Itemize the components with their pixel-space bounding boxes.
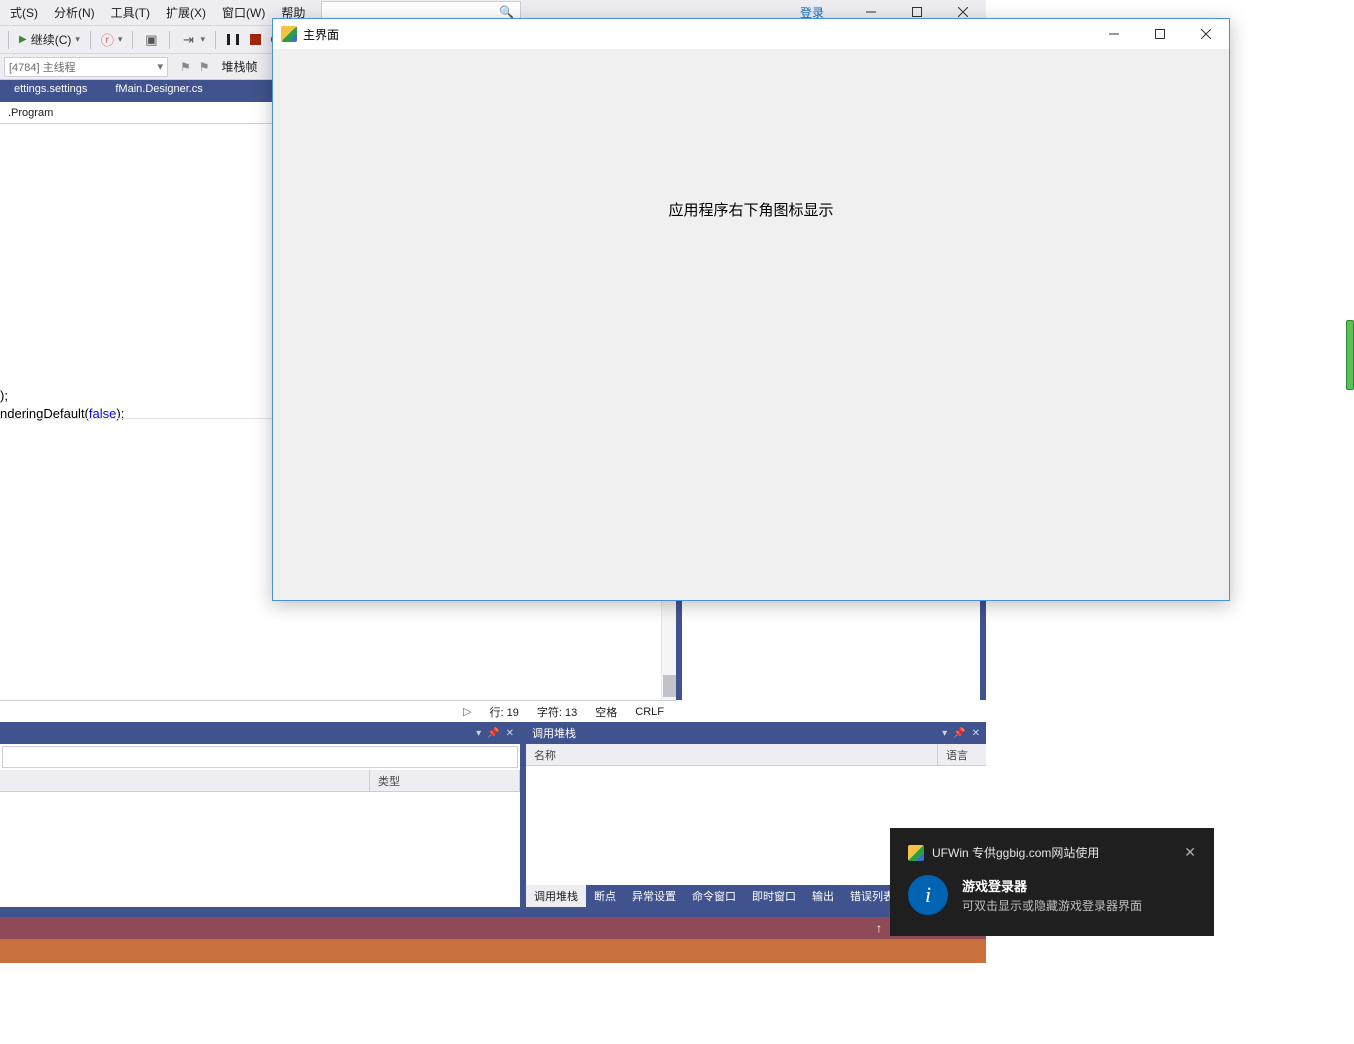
play-icon: ▶	[19, 34, 27, 45]
tab-immediate[interactable]: 即时窗口	[744, 885, 804, 907]
disabled-flags: ⚑ ⚑	[180, 60, 210, 74]
close-icon[interactable]: ✕	[972, 728, 980, 739]
continue-label: 继续(C)	[31, 31, 72, 48]
app-window-controls	[1091, 19, 1229, 49]
toast-notification[interactable]: UFWin 专供ggbig.com网站使用 ✕ i 游戏登录器 可双击显示或隐藏…	[890, 828, 1214, 936]
stop-button[interactable]	[246, 29, 265, 51]
scroll-highlight	[1346, 320, 1354, 390]
toast-subtitle: 可双击显示或隐藏游戏登录器界面	[962, 897, 1142, 914]
flag-icon: ⚑	[180, 60, 191, 74]
nav-arrow-icon[interactable]: ▷	[463, 705, 471, 718]
upload-icon: ↑	[876, 921, 882, 935]
tab-output[interactable]: 输出	[804, 885, 842, 907]
app-title: 主界面	[303, 26, 339, 43]
tab-settings[interactable]: ettings.settings	[0, 80, 101, 102]
toast-app-name: UFWin 专供ggbig.com网站使用	[932, 844, 1099, 861]
pause-button[interactable]	[222, 29, 244, 51]
app-close-button[interactable]	[1183, 19, 1229, 49]
toast-close-button[interactable]: ✕	[1184, 844, 1196, 861]
panel-title: 调用堆栈 ▾ 📌 ✕	[526, 722, 986, 744]
pin-icon[interactable]: 📌	[487, 728, 499, 739]
tab-callstack[interactable]: 调用堆栈	[526, 885, 586, 907]
hot-reload-button[interactable]: ⓡ▾	[97, 29, 127, 51]
panel-columns: 名称 语言	[526, 744, 986, 766]
close-icon[interactable]: ✕	[506, 728, 514, 739]
tab-exceptions[interactable]: 异常设置	[624, 885, 684, 907]
continue-button[interactable]: ▶ 继续(C) ▾	[15, 29, 84, 51]
process-combo[interactable]: [4784] 主线程 ▾	[4, 57, 168, 77]
flag-icon: ⚑	[199, 60, 210, 74]
chevron-down-icon[interactable]: ▾	[942, 728, 947, 739]
menu-test[interactable]: 式(S)	[2, 1, 46, 24]
process-label: [4784] 主线程	[9, 59, 76, 75]
col-type[interactable]: 类型	[370, 770, 520, 791]
toast-message: 游戏登录器 可双击显示或隐藏游戏登录器界面	[962, 876, 1142, 914]
arrow-icon: ⇥	[180, 32, 196, 48]
panel-title: . ▾ 📌 ✕	[0, 722, 520, 744]
stack-label: 堆栈帧	[222, 58, 258, 75]
editor-statusline: ▷ 行: 19 字符: 13 空格 CRLF	[0, 700, 676, 722]
panel-columns: 类型	[0, 770, 520, 792]
callstack-title: 调用堆栈	[532, 725, 576, 741]
menu-analyze[interactable]: 分析(N)	[46, 1, 103, 24]
vs-bottom-panels: . ▾ 📌 ✕ 类型 调用堆栈 ▾ 📌	[0, 722, 986, 907]
chevron-down-icon: ▾	[157, 60, 163, 73]
menu-window[interactable]: 窗口(W)	[214, 1, 273, 24]
vs-source-control-bar[interactable]: ↑ 添加到源代码管	[0, 917, 986, 939]
col-lang[interactable]: 语言	[938, 744, 986, 765]
menu-extensions[interactable]: 扩展(X)	[158, 1, 214, 24]
namespace-text: .Program	[8, 107, 53, 119]
toast-header: UFWin 专供ggbig.com网站使用 ✕	[908, 844, 1196, 861]
chevron-down-icon: ▾	[75, 34, 80, 45]
vs-status-bar	[0, 939, 986, 963]
app-icon	[281, 26, 297, 42]
window-icon: ▣	[143, 32, 159, 48]
tab-breakpoints[interactable]: 断点	[586, 885, 624, 907]
menu-tools[interactable]: 工具(T)	[103, 1, 158, 24]
col-blank[interactable]	[0, 770, 370, 791]
code-line: nderingDefault(false);	[0, 405, 124, 423]
code-line: );	[0, 387, 8, 405]
panel-body: 类型	[0, 744, 520, 907]
step-button-1[interactable]: ▣	[139, 29, 163, 51]
panel-search-input[interactable]	[2, 746, 518, 768]
vs-bottom-gap	[0, 907, 986, 917]
app-message: 应用程序右下角图标显示	[668, 199, 833, 220]
app-title-bar[interactable]: 主界面	[273, 19, 1229, 49]
app-body: 应用程序右下角图标显示	[273, 49, 1229, 600]
panel-watch: . ▾ 📌 ✕ 类型	[0, 722, 520, 907]
fire-icon: ⓡ	[101, 30, 114, 49]
tab-command[interactable]: 命令窗口	[684, 885, 744, 907]
app-window: 主界面 应用程序右下角图标显示	[272, 18, 1230, 601]
toast-title: 游戏登录器	[962, 876, 1142, 895]
search-icon: 🔍	[499, 5, 514, 19]
tab-designer[interactable]: fMain.Designer.cs	[101, 80, 216, 102]
app-maximize-button[interactable]	[1137, 19, 1183, 49]
stop-icon	[250, 34, 261, 45]
app-minimize-button[interactable]	[1091, 19, 1137, 49]
toast-body: i 游戏登录器 可双击显示或隐藏游戏登录器界面	[908, 875, 1196, 915]
info-icon: i	[908, 875, 948, 915]
pin-icon[interactable]: 📌	[953, 728, 965, 739]
chevron-down-icon[interactable]: ▾	[476, 728, 481, 739]
col-name[interactable]: 名称	[526, 744, 938, 765]
step-button-2[interactable]: ⇥▾	[176, 29, 209, 51]
toast-app-icon	[908, 845, 924, 861]
